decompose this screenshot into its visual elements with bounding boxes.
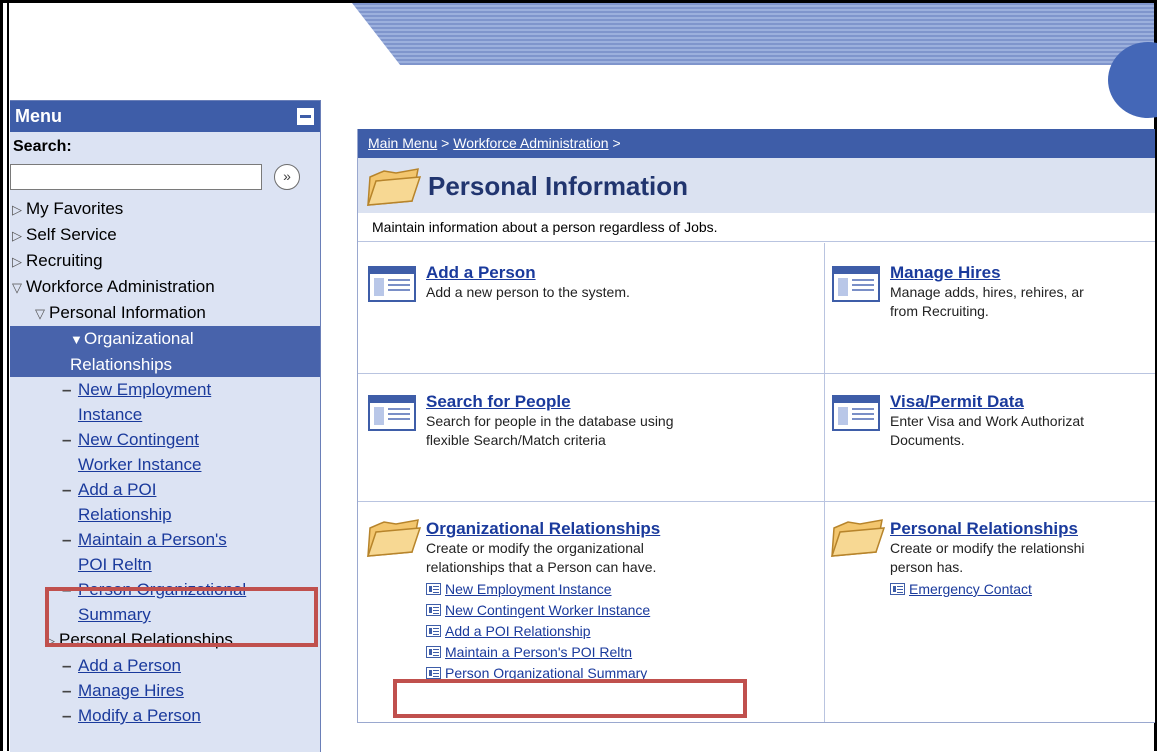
menu-title: Menu xyxy=(15,106,62,126)
dash-icon: – xyxy=(62,706,72,725)
search-for-people-description: flexible Search/Match criteria xyxy=(426,432,606,448)
menu-item-workforce-administration[interactable]: ▽ Workforce Administration xyxy=(10,274,320,300)
page-icon xyxy=(426,625,441,637)
component-icon xyxy=(368,266,416,302)
grid-divider-horizontal xyxy=(358,373,1155,374)
dash-icon: – xyxy=(62,380,72,399)
page-icon xyxy=(426,667,441,679)
breadcrumb-workforce-administration[interactable]: Workforce Administration xyxy=(453,135,608,151)
sublink-add-poi-relationship[interactable]: Add a POI Relationship xyxy=(426,621,660,642)
visa-permit-description: Documents. xyxy=(890,432,965,448)
collapse-menu-icon[interactable] xyxy=(297,108,314,125)
cell-manage-hires: Manage Hires Manage adds, hires, rehires… xyxy=(832,262,1084,321)
page-title: Personal Information xyxy=(428,171,689,201)
highlight-box-content xyxy=(393,679,747,718)
personal-relationships-link[interactable]: Personal Relationships xyxy=(890,518,1085,539)
page-icon xyxy=(426,604,441,616)
add-a-person-link[interactable]: Add a Person xyxy=(426,262,630,283)
grid-divider-horizontal xyxy=(358,501,1155,502)
screenshot-border-top xyxy=(0,0,1157,3)
sublink-emergency-contact[interactable]: Emergency Contact xyxy=(890,579,1085,600)
expand-arrow-icon: ▷ xyxy=(12,254,22,269)
menu-item-add-poi-relationship[interactable]: – Add a POI Relationship xyxy=(10,477,320,527)
highlight-box-menu xyxy=(45,587,318,647)
page-icon xyxy=(426,646,441,658)
visa-permit-data-link[interactable]: Visa/Permit Data xyxy=(890,391,1084,412)
add-a-person-description: Add a new person to the system. xyxy=(426,284,630,300)
breadcrumb: Main Menu > Workforce Administration > xyxy=(358,129,1155,158)
component-icon xyxy=(368,395,416,431)
menu-item-new-employment-instance[interactable]: – New Employment Instance xyxy=(10,377,320,427)
cell-organizational-relationships: Organizational Relationships Create or m… xyxy=(366,518,660,684)
menu-tree: ▷ My Favorites ▷ Self Service ▷ Recruiting … xyxy=(10,196,320,728)
cell-personal-relationships: Personal Relationships Create or modify … xyxy=(830,518,1085,600)
organizational-relationships-description: relationships that a Person can have. xyxy=(426,559,657,575)
screenshot-border-left-inner xyxy=(7,0,9,751)
menu-item-new-contingent-worker-instance[interactable]: – New Contingent Worker Instance xyxy=(10,427,320,477)
menu-search-input[interactable] xyxy=(10,164,262,190)
organizational-relationships-links: New Employment Instance New Contingent W… xyxy=(426,579,660,684)
search-for-people-description: Search for people in the database using xyxy=(426,413,674,429)
header-banner xyxy=(352,3,1154,65)
dash-icon: – xyxy=(62,530,72,549)
collapse-arrow-icon: ▼ xyxy=(70,332,83,347)
visa-permit-description: Enter Visa and Work Authorizat xyxy=(890,413,1085,429)
collapse-arrow-icon: ▽ xyxy=(35,306,45,321)
menu-item-self-service[interactable]: ▷ Self Service xyxy=(10,222,320,248)
organizational-relationships-description: Create or modify the organizational xyxy=(426,540,644,556)
expand-arrow-icon: ▷ xyxy=(12,228,22,243)
search-label: Search: xyxy=(13,138,72,155)
page-icon xyxy=(426,583,441,595)
search-go-button[interactable]: » xyxy=(274,164,300,190)
organizational-relationships-link[interactable]: Organizational Relationships xyxy=(426,518,660,539)
dash-icon: – xyxy=(62,681,72,700)
manage-hires-description: Manage adds, hires, rehires, ar xyxy=(890,284,1084,300)
menu-header: Menu xyxy=(10,101,320,132)
navigation-menu: Menu Search: » ▷ My Favorites ▷ Self Servi… xyxy=(10,100,321,752)
collapse-arrow-icon: ▽ xyxy=(12,280,22,295)
menu-item-maintain-persons-poi-reltn[interactable]: – Maintain a Person's POI Reltn xyxy=(10,527,320,577)
menu-item-personal-information[interactable]: ▽ Personal Information xyxy=(10,300,320,326)
search-row: » xyxy=(10,158,320,196)
menu-item-recruiting[interactable]: ▷ Recruiting xyxy=(10,248,320,274)
menu-item-modify-a-person[interactable]: – Modify a Person xyxy=(10,703,320,728)
breadcrumb-main-menu[interactable]: Main Menu xyxy=(368,135,437,151)
menu-item-organizational-relationships[interactable]: ▼Organizational Relationships xyxy=(10,326,320,377)
menu-item-add-a-person[interactable]: – Add a Person xyxy=(10,653,320,678)
dash-icon: – xyxy=(62,656,72,675)
sublink-maintain-persons-poi-reltn[interactable]: Maintain a Person's POI Reltn xyxy=(426,642,660,663)
menu-item-my-favorites[interactable]: ▷ My Favorites xyxy=(10,196,320,222)
component-icon xyxy=(832,395,880,431)
cell-add-a-person: Add a Person Add a new person to the sys… xyxy=(368,262,630,302)
screenshot-border-left xyxy=(0,0,3,751)
content-panel: Main Menu > Workforce Administration > P… xyxy=(357,129,1155,723)
personal-relationships-description: Create or modify the relationshi xyxy=(890,540,1085,556)
folder-icon xyxy=(366,168,422,206)
sublink-new-contingent-worker-instance[interactable]: New Contingent Worker Instance xyxy=(426,600,660,621)
page-description: Maintain information about a person rega… xyxy=(358,213,1155,242)
grid-divider-vertical xyxy=(824,243,825,722)
dash-icon: – xyxy=(62,480,72,499)
manage-hires-description: from Recruiting. xyxy=(890,303,989,319)
page-icon xyxy=(890,583,905,595)
folder-icon xyxy=(830,519,886,557)
component-icon xyxy=(832,266,880,302)
expand-arrow-icon: ▷ xyxy=(12,202,22,217)
personal-relationships-description: person has. xyxy=(890,559,964,575)
personal-relationships-links: Emergency Contact xyxy=(890,579,1085,600)
page-title-bar: Personal Information xyxy=(358,158,1155,213)
dash-icon: – xyxy=(62,430,72,449)
manage-hires-link[interactable]: Manage Hires xyxy=(890,262,1084,283)
menu-item-manage-hires[interactable]: – Manage Hires xyxy=(10,678,320,703)
folder-icon xyxy=(366,519,422,557)
cell-search-for-people: Search for People Search for people in t… xyxy=(368,391,674,450)
sublink-new-employment-instance[interactable]: New Employment Instance xyxy=(426,579,660,600)
cell-visa-permit-data: Visa/Permit Data Enter Visa and Work Aut… xyxy=(832,391,1085,450)
search-for-people-link[interactable]: Search for People xyxy=(426,391,674,412)
